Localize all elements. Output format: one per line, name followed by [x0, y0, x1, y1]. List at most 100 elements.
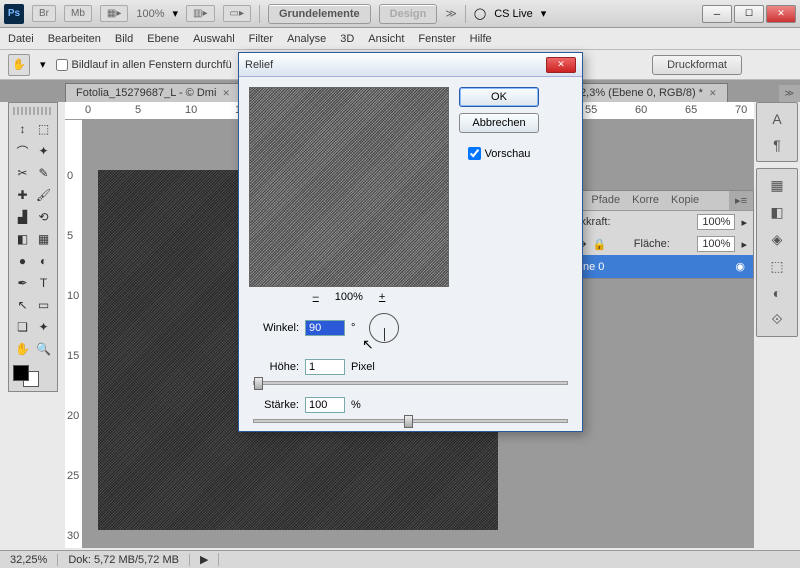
menu-help[interactable]: Hilfe: [470, 33, 492, 45]
tab-adjust[interactable]: Korre: [626, 191, 665, 210]
layers-panel: nen Pfade Korre Kopie ▸≡ Deckkraft:100%▸…: [554, 190, 754, 279]
type-tool[interactable]: T: [34, 273, 53, 293]
menu-filter[interactable]: Filter: [249, 33, 273, 45]
panel-menu-icon[interactable]: ▸≡: [729, 191, 753, 210]
dialog-close-button[interactable]: ✕: [546, 57, 576, 73]
arrange-button[interactable]: ▥▸: [186, 5, 214, 22]
blur-tool[interactable]: ●: [13, 251, 32, 271]
marquee-tool[interactable]: ⬚: [34, 119, 53, 139]
menu-layer[interactable]: Ebene: [147, 33, 179, 45]
lasso-tool[interactable]: ⌒: [13, 141, 32, 161]
zoom-out-button[interactable]: –: [309, 291, 323, 303]
close-icon[interactable]: ✕: [709, 88, 717, 99]
chevron-down-icon[interactable]: ▾: [541, 7, 547, 20]
minimize-button[interactable]: ─: [702, 5, 732, 23]
cancel-button[interactable]: Abbrechen: [459, 113, 539, 133]
bridge-button[interactable]: Br: [32, 5, 56, 22]
menu-image[interactable]: Bild: [115, 33, 133, 45]
3d-tool[interactable]: ❏: [13, 317, 32, 337]
layer-style-icon[interactable]: ◉: [735, 260, 745, 273]
zoom-in-button[interactable]: +: [375, 291, 389, 303]
angle-label: Winkel:: [253, 322, 299, 334]
color-panel-icon[interactable]: ▦: [770, 177, 783, 194]
dodge-tool[interactable]: ◐: [34, 251, 53, 271]
height-input[interactable]: [305, 359, 345, 375]
menu-window[interactable]: Fenster: [418, 33, 455, 45]
status-zoom[interactable]: 32,25%: [0, 554, 58, 566]
crop-tool[interactable]: ✂: [13, 163, 32, 183]
menu-view[interactable]: Ansicht: [368, 33, 404, 45]
screen-button[interactable]: ▭▸: [223, 5, 251, 22]
swatches-panel-icon[interactable]: ◧: [770, 204, 783, 221]
menu-file[interactable]: Datei: [8, 33, 34, 45]
type-panel-icon[interactable]: A: [772, 111, 781, 127]
print-format-button[interactable]: Druckformat: [652, 55, 742, 75]
angle-dial[interactable]: [369, 313, 399, 343]
strength-slider[interactable]: [253, 419, 568, 423]
workspace-design[interactable]: Design: [379, 4, 438, 24]
ok-button[interactable]: OK: [459, 87, 539, 107]
scroll-all-checkbox[interactable]: Bildlauf in allen Fenstern durchfü: [56, 59, 232, 71]
tab-paths[interactable]: Pfade: [585, 191, 626, 210]
chevron-icon[interactable]: ▸: [741, 238, 747, 251]
menu-analyse[interactable]: Analyse: [287, 33, 326, 45]
strength-input[interactable]: [305, 397, 345, 413]
chevron-down-icon[interactable]: ▾: [173, 7, 179, 20]
tab-overflow[interactable]: ≫: [779, 85, 800, 102]
more-icon[interactable]: ≫: [445, 7, 457, 20]
paragraph-panel-icon[interactable]: ¶: [773, 137, 781, 153]
layout-button[interactable]: ▦▸: [100, 5, 128, 22]
app-icon: Ps: [4, 4, 24, 24]
stamp-tool[interactable]: ▟: [13, 207, 32, 227]
heal-tool[interactable]: ✚: [13, 185, 32, 205]
chevron-down-icon[interactable]: ▾: [40, 58, 46, 71]
zoom-tool[interactable]: 🔍: [34, 339, 53, 359]
menu-edit[interactable]: Bearbeiten: [48, 33, 101, 45]
relief-dialog: Relief✕ – 100% + OK Abbrechen Vorschau W…: [238, 52, 583, 432]
shape-tool[interactable]: ▭: [34, 295, 53, 315]
path-tool[interactable]: ↖: [13, 295, 32, 315]
hand-tool-icon[interactable]: ✋: [8, 54, 30, 76]
eyedropper-tool[interactable]: ✎: [34, 163, 53, 183]
angle-input[interactable]: [305, 320, 345, 336]
menu-3d[interactable]: 3D: [340, 33, 354, 45]
preview-checkbox[interactable]: Vorschau: [468, 147, 531, 160]
gradient-tool[interactable]: ▦: [34, 229, 53, 249]
minibridge-button[interactable]: Mb: [64, 5, 92, 22]
height-slider[interactable]: [253, 381, 568, 385]
status-doc[interactable]: Dok: 5,72 MB/5,72 MB: [58, 554, 190, 566]
document-tab[interactable]: Fotolia_15279687_L - © Dmi✕: [65, 83, 241, 102]
toolbox: ↕⬚ ⌒✦ ✂✎ ✚🖌 ▟⟲ ◧▦ ●◐ ✒T ↖▭ ❏✦ ✋🔍: [8, 102, 58, 392]
opacity-value[interactable]: 100%: [697, 214, 735, 230]
tab-copy[interactable]: Kopie: [665, 191, 705, 210]
zoom-level[interactable]: 100%: [136, 8, 164, 20]
workspace-essentials[interactable]: Grundelemente: [268, 4, 371, 24]
close-button[interactable]: ✕: [766, 5, 796, 23]
color-swatches[interactable]: [13, 365, 53, 387]
menu-select[interactable]: Auswahl: [193, 33, 235, 45]
chevron-icon[interactable]: ▸: [741, 216, 747, 229]
move-tool[interactable]: ↕: [13, 119, 32, 139]
maximize-button[interactable]: ☐: [734, 5, 764, 23]
cslive-label[interactable]: CS Live: [494, 8, 533, 20]
fill-value[interactable]: 100%: [697, 236, 735, 252]
mask-panel-icon[interactable]: ◐: [773, 285, 781, 301]
document-tab[interactable]: 52,3% (Ebene 0, RGB/8) *✕: [563, 83, 728, 102]
camera-tool[interactable]: ✦: [34, 317, 53, 337]
hand-tool[interactable]: ✋: [13, 339, 32, 359]
layer-item[interactable]: 👁ne 0◉: [555, 255, 753, 278]
adjust-panel-icon[interactable]: ⬚: [770, 258, 783, 275]
pen-tool[interactable]: ✒: [13, 273, 32, 293]
status-arrow[interactable]: ▶: [190, 553, 219, 566]
layers-panel-icon[interactable]: ◈: [772, 231, 783, 248]
eraser-tool[interactable]: ◧: [13, 229, 32, 249]
wand-tool[interactable]: ✦: [34, 141, 53, 161]
ruler-vertical: 051015202530: [65, 120, 83, 548]
lock-all-icon[interactable]: 🔒: [593, 238, 607, 251]
brush-tool[interactable]: 🖌: [34, 185, 53, 205]
close-icon[interactable]: ✕: [222, 88, 230, 99]
preview-image[interactable]: [249, 87, 449, 287]
panel-grip[interactable]: [13, 107, 53, 115]
styles-panel-icon[interactable]: ⟐: [771, 311, 782, 328]
history-tool[interactable]: ⟲: [34, 207, 53, 227]
